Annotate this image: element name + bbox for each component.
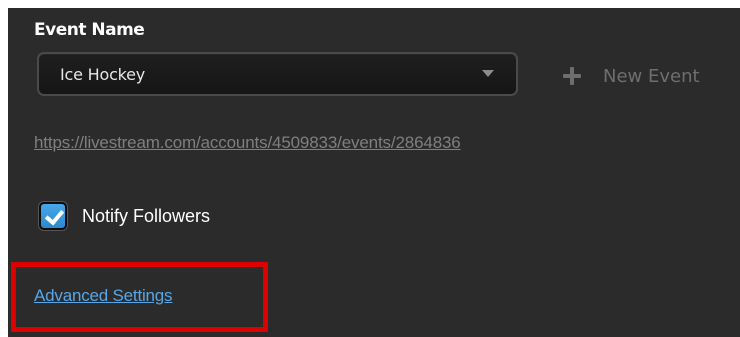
event-url-link[interactable]: https://livestream.com/accounts/4509833/… — [34, 133, 461, 153]
event-select-dropdown[interactable]: Ice Hockey — [37, 52, 518, 96]
advanced-settings-link[interactable]: Advanced Settings — [34, 286, 173, 306]
selected-event-value: Ice Hockey — [60, 65, 146, 84]
new-event-label: New Event — [603, 65, 700, 87]
plus-icon — [563, 67, 581, 85]
checkmark-icon — [44, 205, 65, 226]
notify-followers-label: Notify Followers — [82, 205, 211, 226]
notify-followers-option[interactable]: Notify Followers — [39, 201, 210, 231]
chevron-down-icon — [482, 70, 494, 77]
notify-followers-checkbox[interactable] — [39, 202, 67, 230]
new-event-button[interactable]: New Event — [563, 64, 700, 88]
event-name-heading: Event Name — [34, 20, 145, 40]
